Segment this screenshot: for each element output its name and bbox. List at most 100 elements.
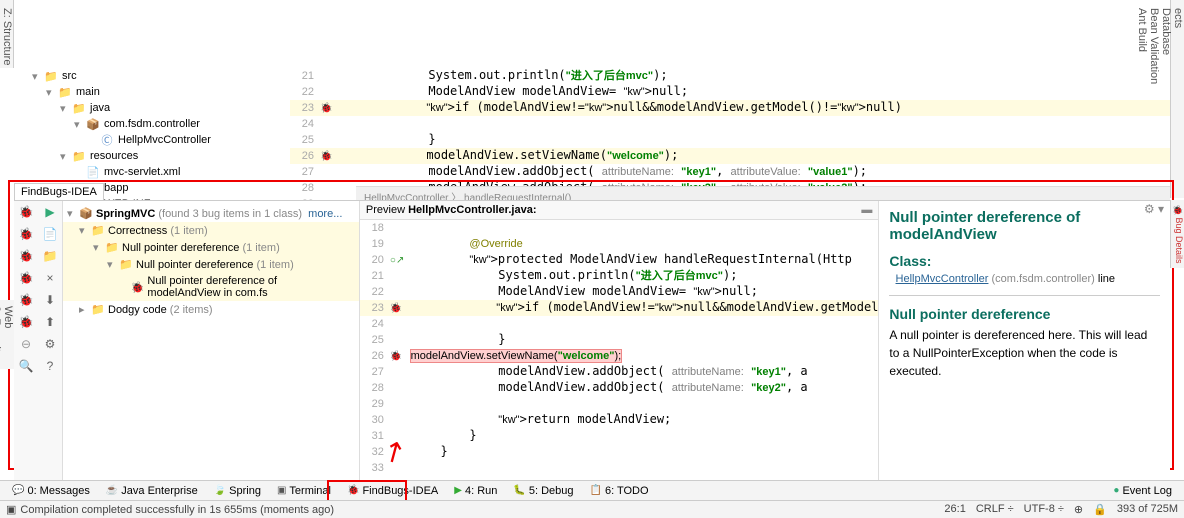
tree-item[interactable]: ▾📁java — [18, 100, 290, 116]
fb-root[interactable]: ▾ 📦 SpringMVC (found 3 bug items in 1 cl… — [63, 205, 359, 222]
detail-title: Null pointer dereference of modelAndView — [889, 209, 1160, 243]
bottom-tab[interactable]: ▶4: Run — [448, 483, 503, 499]
preview-code-line[interactable]: 31 } — [360, 428, 878, 444]
fb-btn-3[interactable]: 🐞 — [14, 223, 38, 245]
code-line[interactable]: 27 modelAndView.addObject( attributeName… — [290, 164, 1170, 180]
code-line[interactable]: 22 ModelAndView modelAndView= "kw">null; — [290, 84, 1170, 100]
fb-btn-5[interactable]: 🐞 — [14, 245, 38, 267]
preview-code-line[interactable]: 30 "kw">return modelAndView; — [360, 412, 878, 428]
tree-item[interactable]: ▾📁main — [18, 84, 290, 100]
tree-item[interactable]: ⒸHellpMvcController — [18, 132, 290, 148]
fb-btn-15[interactable]: 🔍 — [14, 355, 38, 377]
bottom-tab[interactable]: 🐞FindBugs-IDEA — [341, 483, 444, 499]
fb-btn-8[interactable]: × — [38, 267, 62, 289]
findbugs-tree[interactable]: ▾ 📦 SpringMVC (found 3 bug items in 1 cl… — [63, 201, 360, 480]
fb-btn-14[interactable]: ⚙ — [38, 333, 62, 355]
fb-btn-13[interactable]: ⊖ — [14, 333, 38, 355]
fb-root-meta: (found 3 bug items in 1 class) — [158, 208, 302, 220]
web-tab[interactable]: Web — [2, 306, 14, 363]
tree-item[interactable]: ▾📁src — [18, 68, 290, 84]
code-line[interactable]: 21 System.out.println("进入了后台mvc"); — [290, 68, 1170, 84]
fb-btn-10[interactable]: ⬇ — [38, 289, 62, 311]
right-tab-1[interactable]: Database — [1160, 8, 1172, 195]
preview-code-line[interactable]: 24 — [360, 316, 878, 332]
fb-btn-1[interactable]: 🐞 — [14, 201, 38, 223]
right-tool-sidebar[interactable]: ects Database Bean Validation Ant Build — [1170, 0, 1184, 198]
fb-btn-7[interactable]: 🐞 — [14, 267, 38, 289]
gear-icon[interactable]: ⚙ ▾ — [1144, 202, 1164, 216]
status-right: 26:1 CRLF ÷ UTF-8 ÷ ⊕ 🔒 393 of 725M — [944, 503, 1178, 516]
fb-more-link[interactable]: more... — [308, 208, 342, 220]
preview-code-line[interactable]: 33 — [360, 460, 878, 476]
fb-btn-9[interactable]: 🐞 — [14, 289, 38, 311]
left-sidebar-lower[interactable]: Web 2: Favorites — [0, 300, 14, 369]
bottom-tab[interactable]: ☕Java Enterprise — [100, 483, 204, 499]
code-line[interactable]: 26🐞 modelAndView.setViewName("welcome"); — [290, 148, 1170, 164]
preview-code[interactable]: 18 19 @Override20○↗ "kw">protected Model… — [360, 220, 878, 480]
preview-code-line[interactable]: 23🐞 "kw">if (modelAndView!="kw">null&&mo… — [360, 300, 878, 316]
bug-details-tab[interactable]: 🐞 Bug Details — [1170, 200, 1184, 268]
right-tab-3[interactable]: Ant Build — [1136, 8, 1148, 195]
status-item[interactable]: CRLF ÷ — [976, 503, 1014, 516]
preview-filename: HellpMvcController.java: — [408, 204, 536, 216]
findbugs-detail: Null pointer dereference of modelAndView… — [879, 201, 1170, 480]
fb-tree-item[interactable]: ▸📁Dodgy code (2 items) — [63, 301, 359, 318]
fb-btn-11[interactable]: 🐞 — [14, 311, 38, 333]
right-tab-0[interactable]: ects — [1172, 8, 1184, 195]
bottom-tab[interactable]: 💬0: Messages — [6, 483, 96, 499]
preview-code-line[interactable]: 20○↗ "kw">protected ModelAndView handleR… — [360, 252, 878, 268]
tree-item[interactable]: ▾📁resources — [18, 148, 290, 164]
detail-class-label: Class: — [889, 253, 1160, 269]
code-line[interactable]: 24 — [290, 116, 1170, 132]
status-item[interactable]: ⊕ — [1074, 503, 1083, 516]
fb-btn-6[interactable]: 📁 — [38, 245, 62, 267]
bottom-tool-bar: 💬0: Messages☕Java Enterprise🍃Spring▣Term… — [0, 480, 1184, 500]
bottom-tab[interactable]: 🍃Spring — [208, 483, 267, 499]
detail-class-link[interactable]: HellpMvcController — [896, 273, 989, 285]
fb-tree-item[interactable]: ▾📁Null pointer dereference (1 item) — [63, 239, 359, 256]
bottom-tab[interactable]: 📋6: TODO — [584, 483, 655, 499]
bottom-tab[interactable]: ▣Terminal — [271, 483, 337, 499]
fb-btn-4[interactable]: 📄 — [38, 223, 62, 245]
detail-class-line: line — [1098, 273, 1115, 285]
right-tab-2[interactable]: Bean Validation — [1148, 8, 1160, 195]
status-bar: ▣ Compilation completed successfully in … — [0, 500, 1184, 518]
status-item[interactable]: 26:1 — [944, 503, 965, 516]
findbugs-toolbar: 🐞▶ 🐞📄 🐞📁 🐞× 🐞⬇ 🐞⬆ ⊖⚙ 🔍? — [14, 201, 63, 480]
fb-btn-12[interactable]: ⬆ — [38, 311, 62, 333]
fb-tree-item[interactable]: ▾📁Null pointer dereference (1 item) — [63, 256, 359, 273]
tree-item[interactable]: 📄mvc-servlet.xml — [18, 164, 290, 180]
preview-code-line[interactable]: 22 ModelAndView modelAndView= "kw">null; — [360, 284, 878, 300]
preview-code-line[interactable]: 28 modelAndView.addObject( attributeName… — [360, 380, 878, 396]
status-item[interactable]: UTF-8 ÷ — [1024, 503, 1064, 516]
tree-item[interactable]: ▾📦com.fsdm.controller — [18, 116, 290, 132]
status-icon: ▣ — [6, 503, 16, 516]
preview-code-line[interactable]: 18 — [360, 220, 878, 236]
status-item[interactable]: 🔒 — [1093, 503, 1107, 516]
detail-subtitle: Null pointer dereference — [889, 306, 1160, 322]
preview-code-line[interactable]: 27 modelAndView.addObject( attributeName… — [360, 364, 878, 380]
preview-code-line[interactable]: 26🐞 modelAndView.setViewName("welcome"); — [360, 348, 878, 364]
preview-code-line[interactable]: 32 } — [360, 444, 878, 460]
code-line[interactable]: 23🐞 "kw">if (modelAndView!="kw">null&&mo… — [290, 100, 1170, 116]
left-tool-sidebar[interactable]: Z: Structure — [0, 0, 14, 68]
detail-desc: A null pointer is dereferenced here. Thi… — [889, 326, 1160, 380]
preview-close-icon[interactable]: ▬ — [861, 204, 872, 216]
fb-btn-16[interactable]: ? — [38, 355, 62, 377]
status-item[interactable]: 393 of 725M — [1117, 503, 1178, 516]
code-line[interactable]: 25 } — [290, 132, 1170, 148]
event-log-tab[interactable]: ●Event Log — [1107, 483, 1178, 499]
findbugs-tab-header[interactable]: FindBugs-IDEA — [14, 183, 104, 200]
preview-code-line[interactable]: 25 } — [360, 332, 878, 348]
preview-header: Preview HellpMvcController.java: ▬ — [360, 201, 878, 220]
structure-tab[interactable]: Z: Structure — [1, 8, 13, 65]
preview-code-line[interactable]: 19 @Override — [360, 236, 878, 252]
favorites-tab[interactable]: 2: Favorites — [0, 306, 2, 363]
preview-code-line[interactable]: 29 — [360, 396, 878, 412]
preview-code-line[interactable]: 21 System.out.println("进入了后台mvc"); — [360, 268, 878, 284]
fb-tree-item[interactable]: ▾📁Correctness (1 item) — [63, 222, 359, 239]
fb-btn-2[interactable]: ▶ — [38, 201, 62, 223]
preview-label: Preview — [366, 204, 405, 216]
fb-tree-item[interactable]: 🐞Null pointer dereference of modelAndVie… — [63, 273, 359, 301]
bottom-tab[interactable]: 🐛5: Debug — [507, 483, 579, 499]
